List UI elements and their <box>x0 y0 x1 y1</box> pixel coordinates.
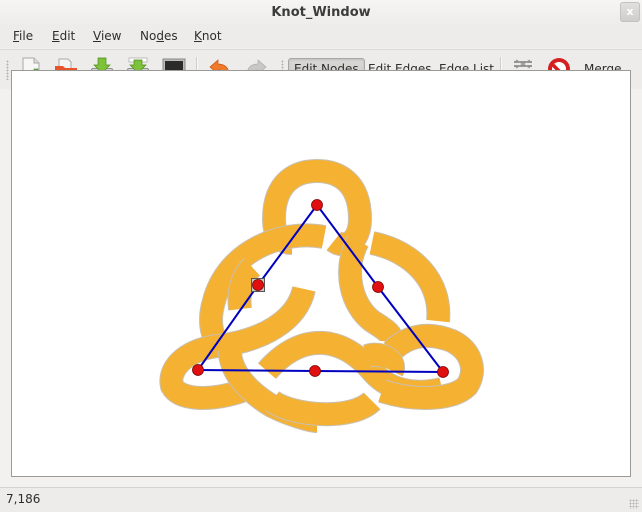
menu-bar: File Edit View Nodes Knot <box>0 26 642 48</box>
menu-nodes-mnemonic: d <box>156 29 164 43</box>
menu-edit-mnemonic: E <box>52 29 60 43</box>
menu-nodes[interactable]: Nodes <box>140 29 178 43</box>
knot-drawing[interactable] <box>12 71 630 476</box>
knot-ribbon <box>258 331 445 403</box>
graph-edge[interactable] <box>314 370 444 373</box>
graph-node[interactable] <box>437 366 449 378</box>
menu-view-label: iew <box>100 29 122 43</box>
knot-ribbon <box>369 232 450 323</box>
menu-nodes-label: es <box>163 29 178 43</box>
status-bar: 7,186 <box>0 487 642 512</box>
cursor-coordinates: 7,186 <box>6 492 41 506</box>
menu-knot-mnemonic: K <box>194 29 202 43</box>
menu-knot[interactable]: Knot <box>194 29 222 43</box>
close-icon[interactable]: x <box>620 2 640 22</box>
graph-node[interactable] <box>309 365 321 377</box>
window-title: Knot_Window <box>271 5 371 20</box>
graph-edge[interactable] <box>197 369 316 372</box>
menu-nodes-pre: No <box>140 29 157 43</box>
graph-node[interactable] <box>252 279 264 291</box>
menu-file-label: ile <box>19 29 34 43</box>
knot-canvas[interactable] <box>11 70 631 477</box>
menu-edit-label: dit <box>59 29 76 43</box>
menu-knot-label: not <box>201 29 222 43</box>
menu-file[interactable]: File <box>13 29 33 43</box>
toolbar-grip[interactable] <box>6 60 9 80</box>
menu-view[interactable]: View <box>93 29 121 43</box>
graph-node[interactable] <box>372 281 384 293</box>
graph-node[interactable] <box>311 199 323 211</box>
menu-edit[interactable]: Edit <box>52 29 75 43</box>
title-bar: Knot_Window x <box>0 0 642 26</box>
resize-grip[interactable] <box>629 499 639 509</box>
graph-node[interactable] <box>192 364 204 376</box>
menu-view-mnemonic: V <box>93 29 101 43</box>
